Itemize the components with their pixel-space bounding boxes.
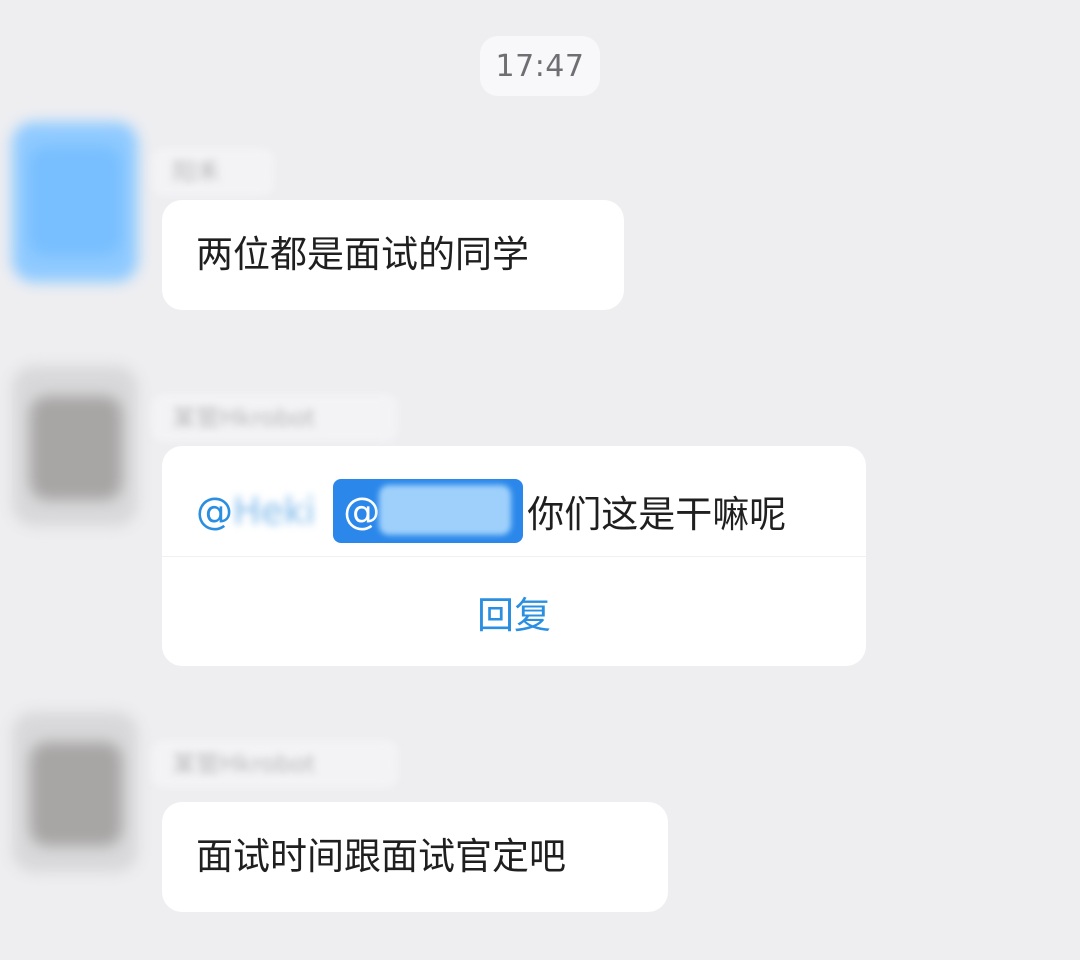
message-text: 面试时间跟面试官定吧: [196, 835, 566, 878]
mention-name-blurred: Heki: [233, 489, 316, 533]
sender-name: 某管Hkrobot: [152, 394, 398, 442]
reply-button[interactable]: 回复: [162, 558, 866, 666]
sender-name: 某管Hkrobot: [152, 740, 398, 788]
mention-name-blurred: [379, 485, 512, 535]
mention-link[interactable]: @Heki: [196, 490, 315, 533]
avatar[interactable]: [12, 122, 138, 282]
message-text: 两位都是面试的同学: [196, 233, 529, 276]
message-text: 你们这是干嘛呢: [527, 493, 787, 536]
message-bubble[interactable]: 面试时间跟面试官定吧: [162, 802, 668, 912]
divider: [162, 556, 866, 557]
message-timestamp: 17:47: [480, 36, 600, 96]
avatar[interactable]: [12, 712, 138, 872]
mention-me-highlight[interactable]: @: [333, 479, 524, 543]
avatar[interactable]: [12, 366, 138, 526]
sender-name: 阳禾: [152, 148, 274, 196]
mention-at-symbol: @: [343, 489, 381, 533]
mention-row: @Heki @ 你们这是干嘛呢: [196, 468, 786, 554]
message-bubble[interactable]: 两位都是面试的同学: [162, 200, 624, 310]
mention-message-bubble[interactable]: @Heki @ 你们这是干嘛呢 回复: [162, 446, 866, 666]
